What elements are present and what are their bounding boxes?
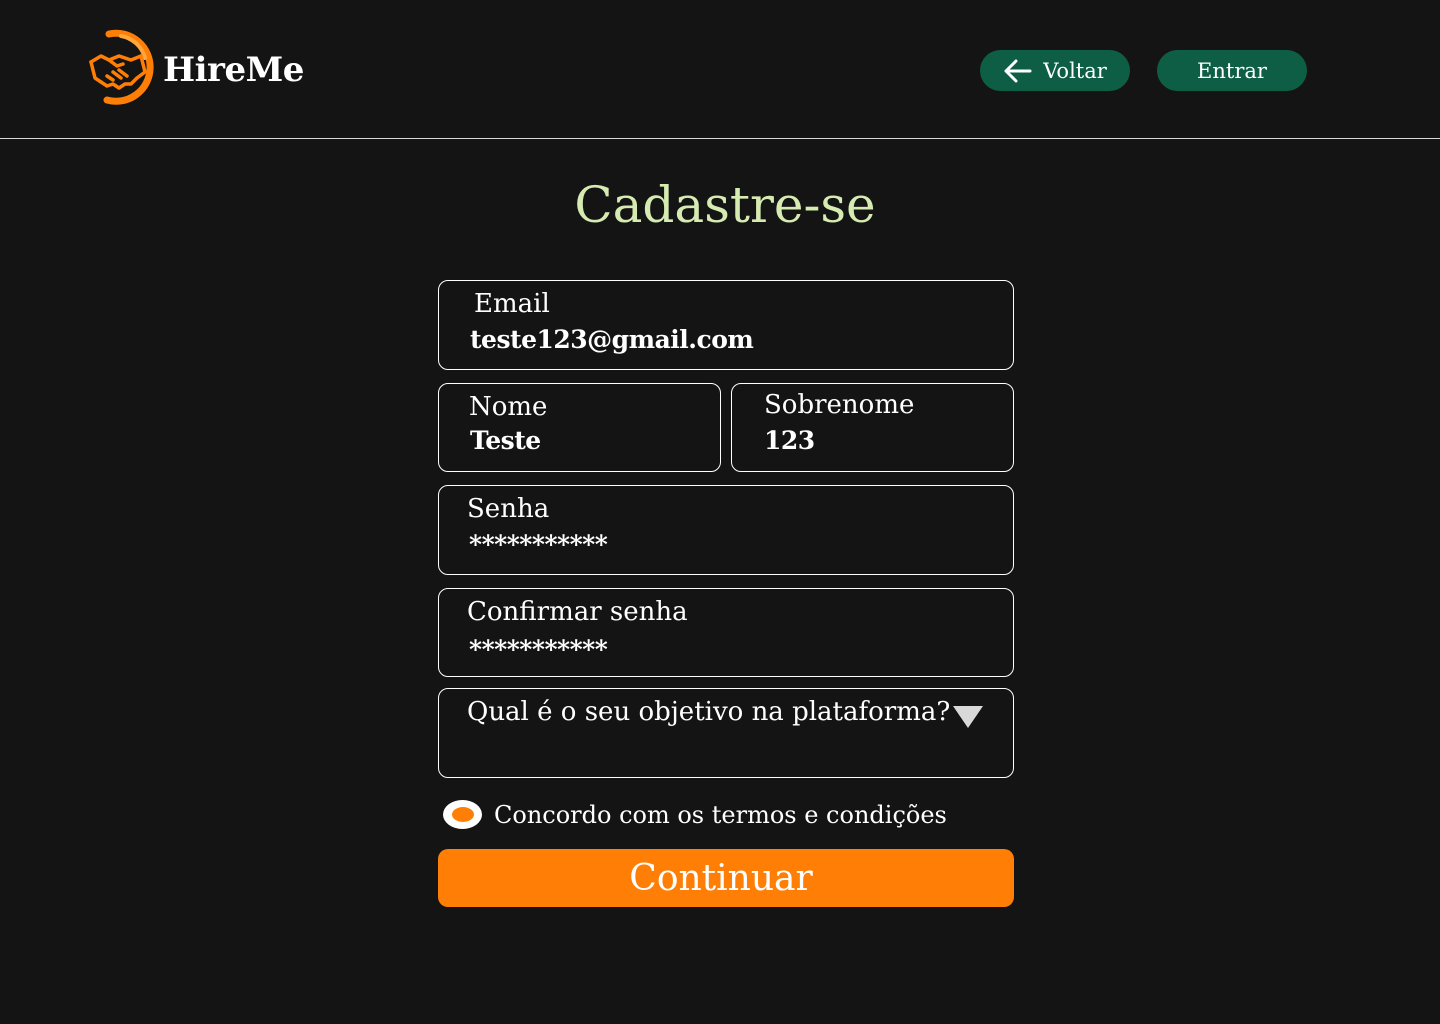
last-name-label: Sobrenome — [764, 390, 915, 420]
back-button[interactable]: Voltar — [980, 50, 1130, 91]
confirm-password-label: Confirmar senha — [467, 597, 688, 627]
continue-button[interactable]: Continuar — [438, 849, 1014, 907]
arrow-left-icon — [1004, 59, 1032, 82]
email-value[interactable]: teste123@gmail.com — [470, 325, 754, 354]
confirm-password-value[interactable]: *********** — [469, 635, 608, 664]
continue-button-label: Continuar — [629, 857, 813, 899]
email-label: Email — [474, 289, 550, 319]
objective-label: Qual é o seu objetivo na plataforma? — [467, 697, 951, 727]
terms-radio-dot — [451, 807, 474, 822]
first-name-label: Nome — [469, 392, 548, 422]
handshake-logo-icon — [87, 28, 155, 112]
terms-radio[interactable] — [443, 800, 482, 829]
login-button[interactable]: Entrar — [1157, 50, 1307, 91]
page-title: Cadastre-se — [574, 176, 876, 234]
brand-name: HireMe — [163, 50, 304, 90]
password-value[interactable]: *********** — [469, 530, 608, 559]
login-button-label: Entrar — [1197, 58, 1267, 83]
last-name-field[interactable]: Sobrenome 123 — [731, 383, 1014, 472]
triangle-down-icon[interactable] — [952, 705, 984, 729]
last-name-value[interactable]: 123 — [764, 426, 815, 455]
confirm-password-field[interactable]: Confirmar senha *********** — [438, 588, 1014, 677]
first-name-value[interactable]: Teste — [470, 426, 541, 455]
back-button-label: Voltar — [1043, 58, 1107, 83]
brand-logo[interactable]: HireMe — [87, 28, 304, 112]
top-bar: HireMe Voltar Entrar — [0, 0, 1440, 139]
objective-select[interactable]: Qual é o seu objetivo na plataforma? — [438, 688, 1014, 778]
password-label: Senha — [467, 494, 550, 524]
password-field[interactable]: Senha *********** — [438, 485, 1014, 575]
email-field[interactable]: Email teste123@gmail.com — [438, 280, 1014, 370]
terms-label[interactable]: Concordo com os termos e condições — [494, 801, 947, 829]
terms-row: Concordo com os termos e condições — [443, 800, 947, 829]
first-name-field[interactable]: Nome Teste — [438, 383, 721, 472]
